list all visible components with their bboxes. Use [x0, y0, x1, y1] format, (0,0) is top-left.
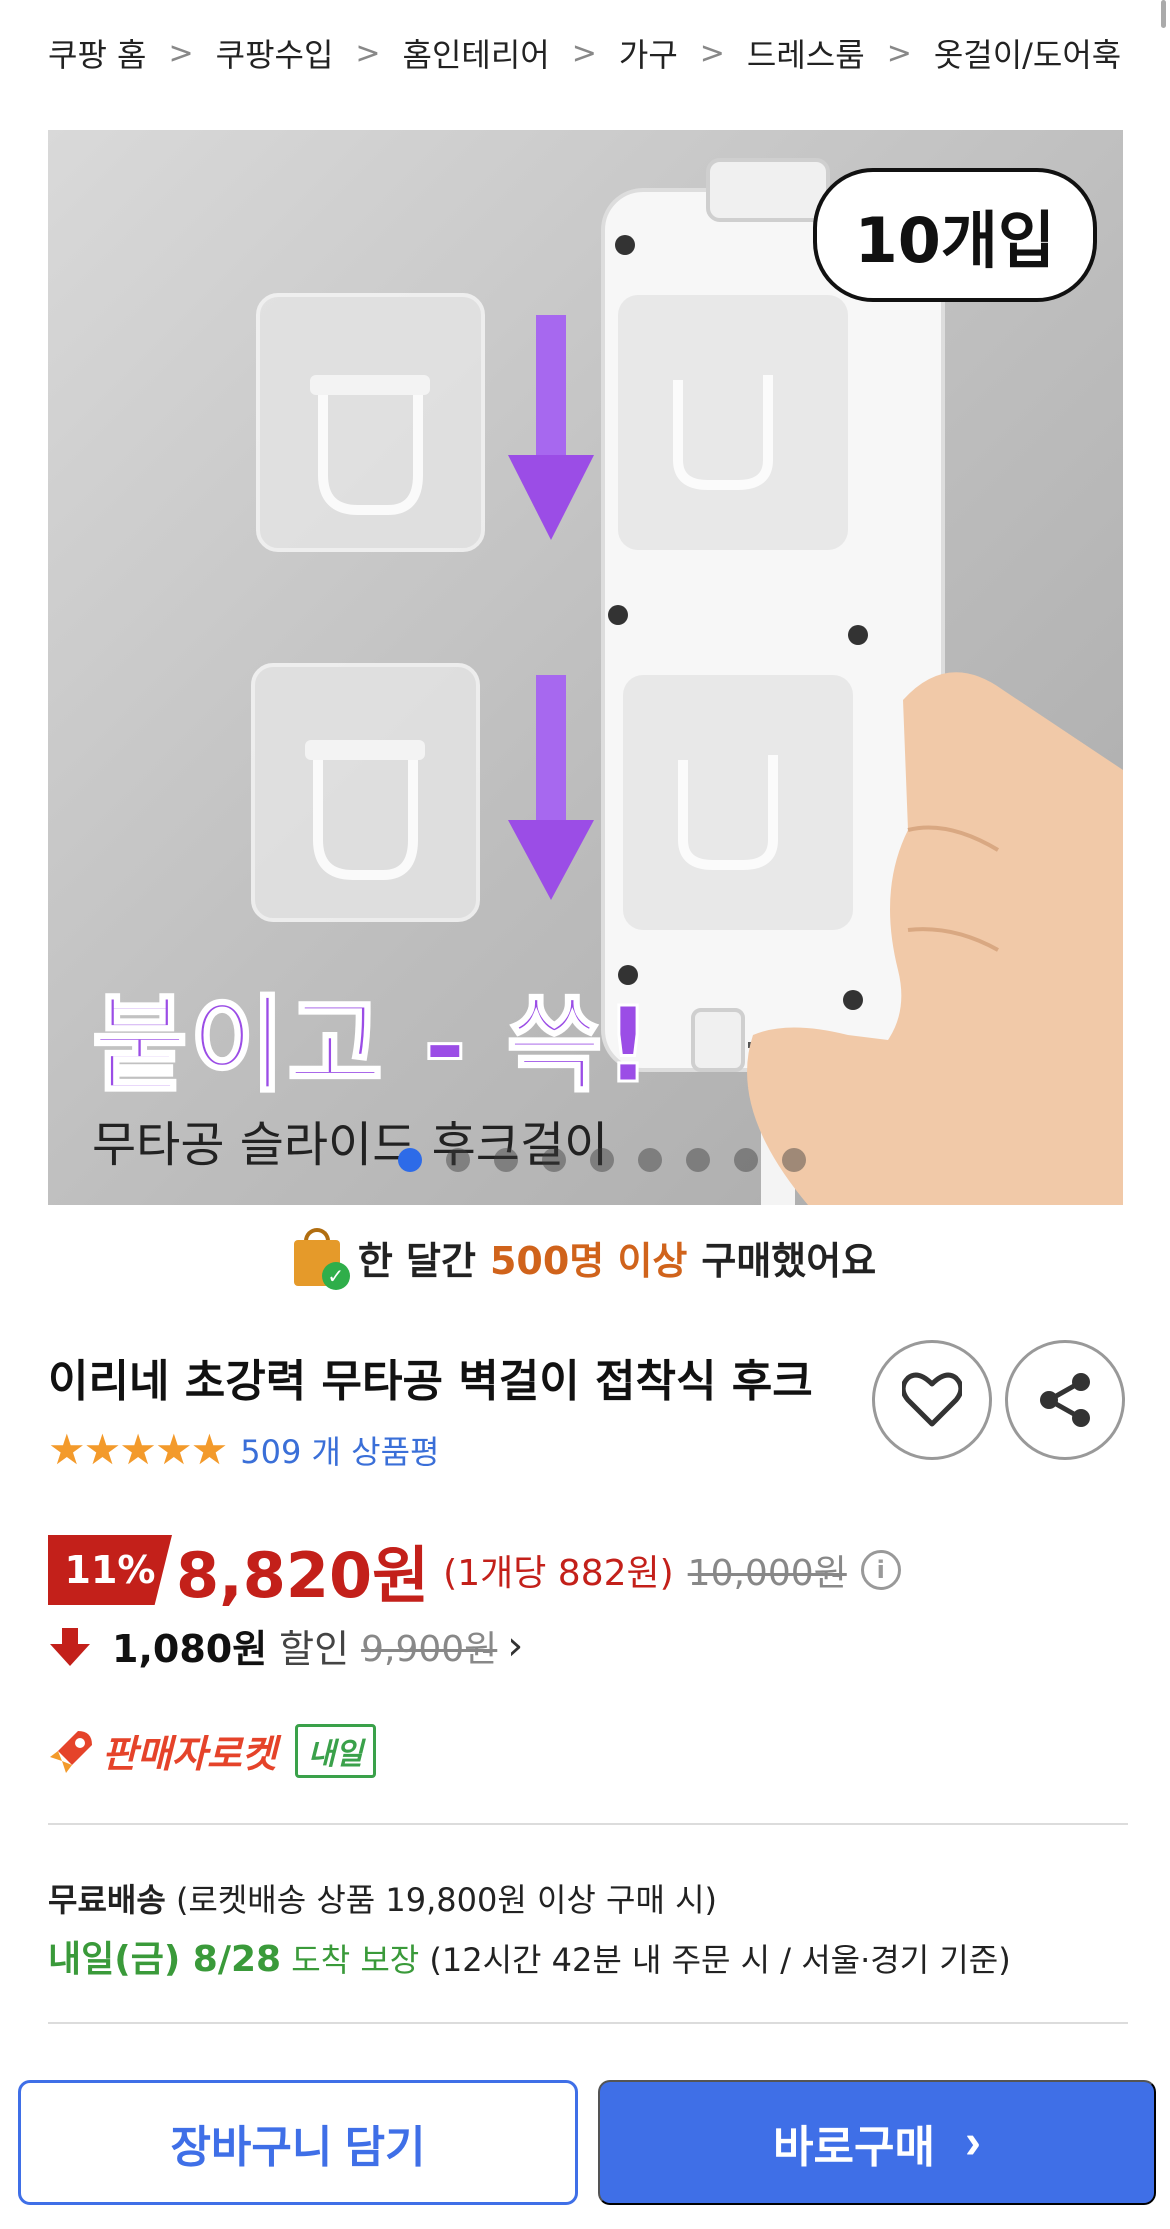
product-title: 이리네 초강력 무타공 벽걸이 접착식 후크	[48, 1356, 813, 1407]
breadcrumb-item-interior[interactable]: 홈인테리어	[403, 30, 550, 76]
free-shipping-label: 무료배송	[48, 1881, 166, 1919]
social-proof-suffix: 구매했어요	[701, 1238, 877, 1283]
rocket-icon	[50, 1730, 92, 1773]
unit-price: (1개당 882원)	[443, 1553, 674, 1594]
scrollbar[interactable]	[1161, 0, 1166, 28]
product-image-carousel[interactable]: 10개입 붙이고 - 쓱! 무타공 슬라이드 후크걸이	[48, 130, 1123, 1205]
purchase-social-proof: ✓ 한 달간 500명 이상 구매했어요	[0, 1222, 1170, 1292]
divider	[48, 1823, 1128, 1825]
free-shipping-row: 무료배송 (로켓배송 상품 19,800원 이상 구매 시)	[48, 1875, 717, 1921]
seller-rocket-text: 판매자로켓	[102, 1732, 277, 1776]
rocket-delivery-row: 판매자로켓 내일	[48, 1723, 377, 1778]
arrow-down-icon	[50, 1627, 90, 1666]
share-icon	[1040, 1373, 1090, 1427]
rating-row[interactable]: ★★★★★ 509 개 상품평	[48, 1425, 439, 1474]
arrival-detail: (12시간 42분 내 주문 시 / 서울·경기 기준)	[429, 1941, 1011, 1979]
social-proof-highlight: 500명 이상	[489, 1238, 688, 1283]
carousel-dot[interactable]	[686, 1148, 710, 1172]
wishlist-button[interactable]	[872, 1340, 992, 1460]
coupon-old-price: 9,900원	[361, 1628, 498, 1670]
breadcrumb-item-hanger[interactable]: 옷걸이/도어훅	[934, 30, 1121, 76]
breadcrumb-item-home[interactable]: 쿠팡 홈	[48, 30, 147, 76]
carousel-dot[interactable]	[590, 1148, 614, 1172]
review-count-link[interactable]: 509 개 상품평	[240, 1427, 439, 1473]
sale-price: 8,820원	[176, 1539, 430, 1612]
carousel-dot[interactable]	[542, 1148, 566, 1172]
carousel-dot[interactable]	[734, 1148, 758, 1172]
tomorrow-badge: 내일	[294, 1723, 377, 1778]
carousel-dot[interactable]	[638, 1148, 662, 1172]
free-shipping-detail: (로켓배송 상품 19,800원 이상 구매 시)	[175, 1881, 718, 1919]
coupon-amount: 1,080원	[112, 1627, 268, 1671]
add-to-cart-button[interactable]: 장바구니 담기	[18, 2080, 578, 2205]
quantity-badge: 10개입	[812, 168, 1097, 302]
carousel-indicator	[398, 1148, 806, 1172]
price-row: 11% 8,820원 (1개당 882원) 10,000원 i	[48, 1525, 901, 1615]
star-rating-icon: ★★★★★	[48, 1425, 228, 1474]
seller-rocket-logo: 판매자로켓	[48, 1723, 277, 1778]
carousel-dot[interactable]	[782, 1148, 806, 1172]
buy-now-button[interactable]: 바로구매 ›	[598, 2080, 1156, 2205]
carousel-dot[interactable]	[446, 1148, 470, 1172]
heart-icon	[902, 1372, 962, 1427]
breadcrumb: 쿠팡 홈 > 쿠팡수입 > 홈인테리어 > 가구 > 드레스룸 > 옷걸이/도어…	[48, 28, 1128, 78]
chevron-right-icon: ›	[964, 2116, 981, 2169]
discount-badge: 11%	[48, 1535, 172, 1605]
info-icon[interactable]: i	[860, 1550, 901, 1590]
chevron-right-icon: >	[886, 35, 912, 71]
divider	[48, 2022, 1128, 2024]
breadcrumb-item-dressroom[interactable]: 드레스룸	[747, 30, 865, 76]
chevron-right-icon: >	[168, 35, 194, 71]
carousel-dot[interactable]	[494, 1148, 518, 1172]
arrival-guarantee: 도착 보장	[291, 1941, 420, 1979]
share-button[interactable]	[1005, 1340, 1125, 1460]
hero-headline: 붙이고 - 쓱!	[91, 983, 654, 1108]
coupon-discount-row[interactable]: 1,080원 할인 9,900원 ›	[48, 1618, 523, 1673]
chevron-right-icon: >	[355, 35, 381, 71]
social-proof-prefix: 한 달간	[357, 1238, 476, 1283]
carousel-dot[interactable]	[398, 1148, 422, 1172]
original-price: 10,000원	[687, 1553, 847, 1594]
chevron-right-icon: >	[571, 35, 597, 71]
breadcrumb-item-import[interactable]: 쿠팡수입	[216, 30, 334, 76]
coupon-label: 할인	[279, 1627, 350, 1671]
chevron-right-icon: >	[699, 35, 725, 71]
arrival-date: 내일(금) 8/28	[48, 1939, 282, 1980]
buy-now-label: 바로구매	[773, 2122, 935, 2172]
shopping-bag-icon: ✓	[293, 1228, 350, 1290]
arrival-row: 내일(금) 8/28 도착 보장 (12시간 42분 내 주문 시 / 서울·경…	[48, 1930, 1011, 1982]
breadcrumb-item-furniture[interactable]: 가구	[619, 30, 678, 76]
chevron-right-icon: ›	[507, 1622, 524, 1669]
